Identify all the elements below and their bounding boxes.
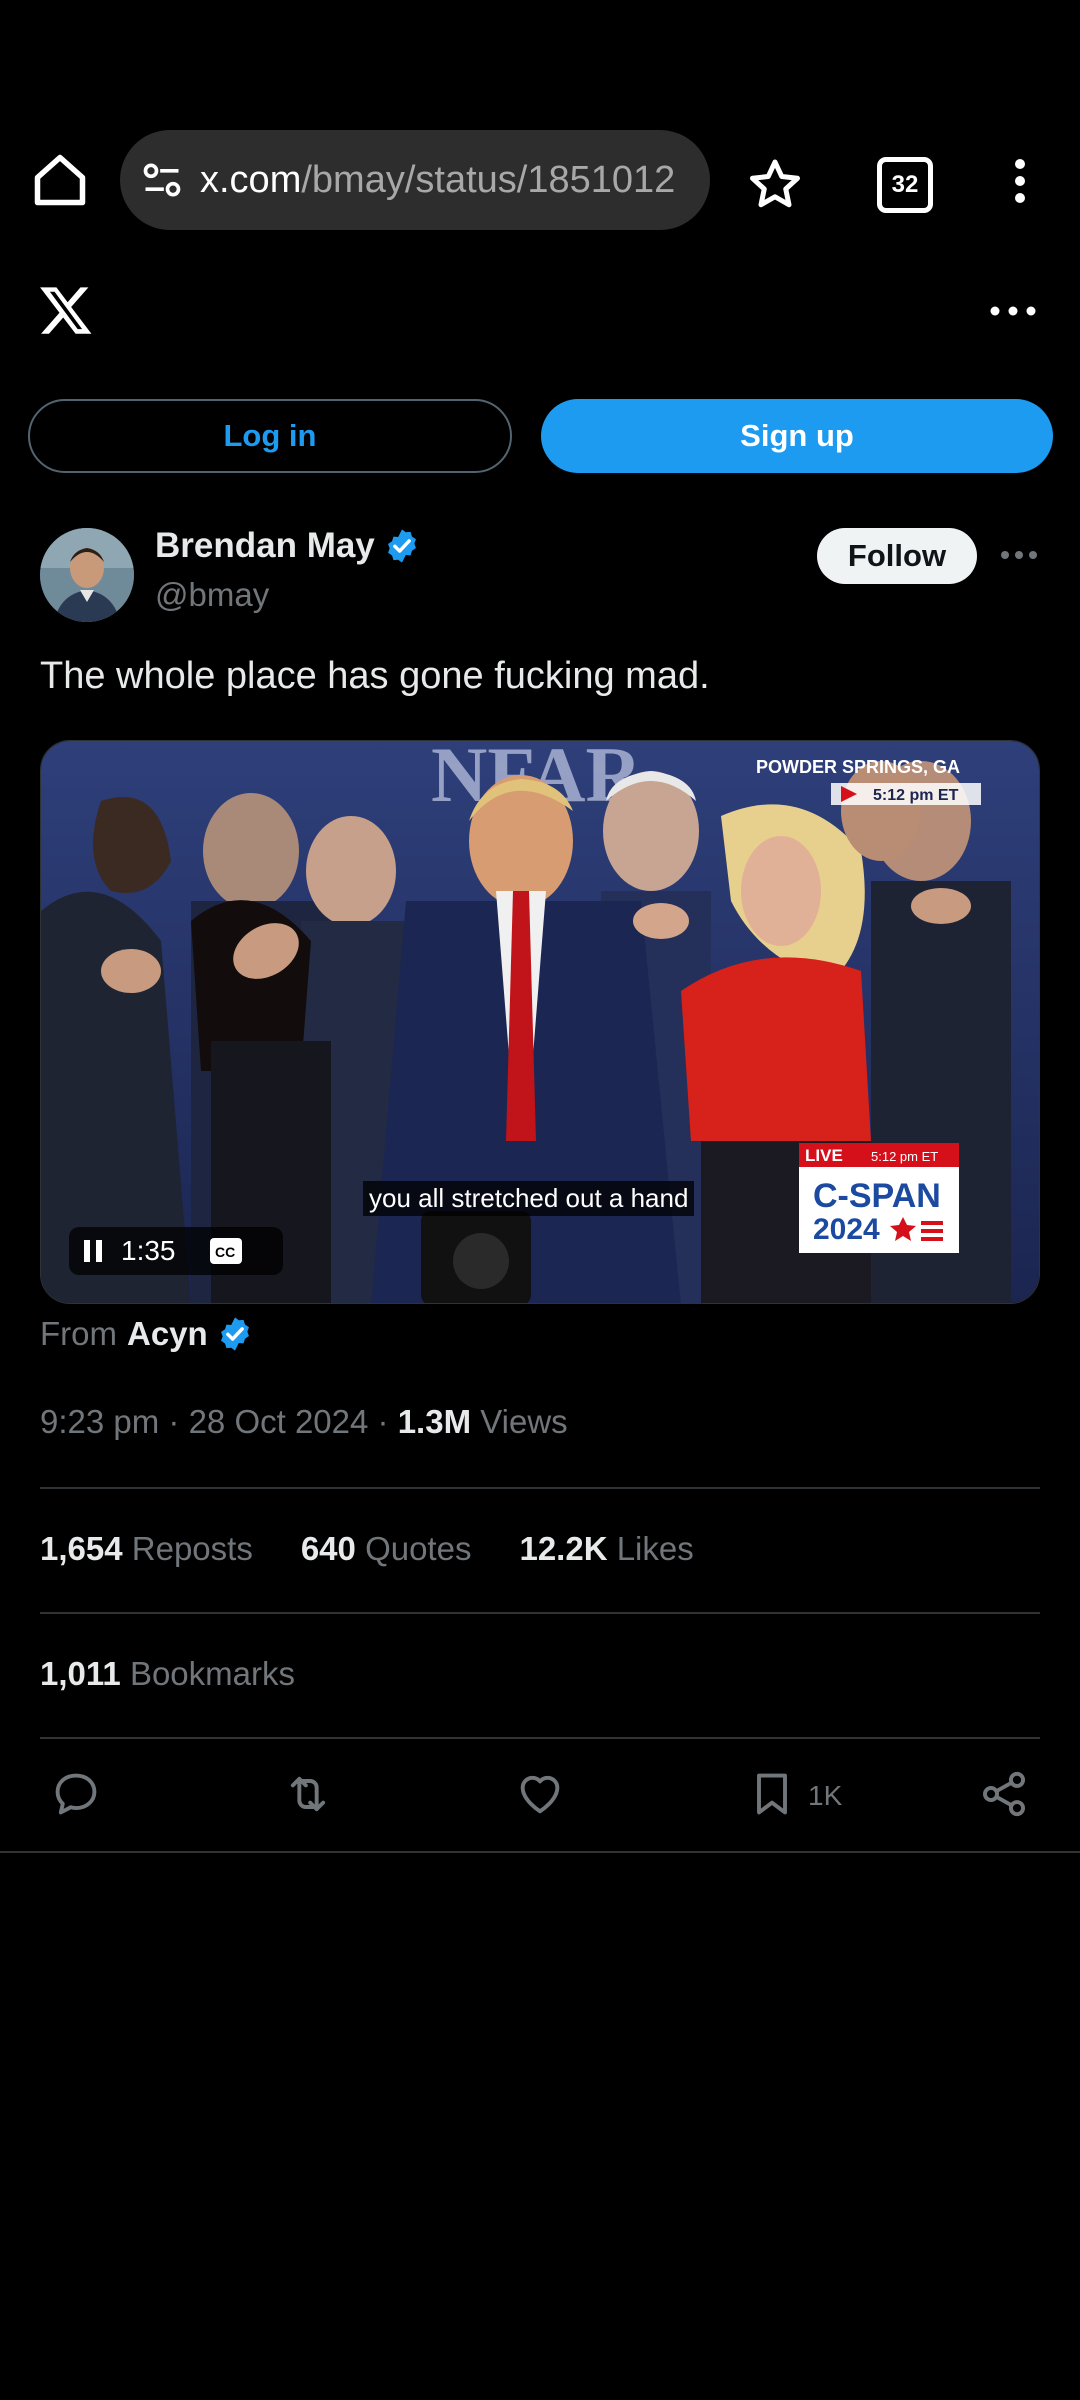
tweet-text: The whole place has gone fucking mad. [40, 655, 710, 697]
likes-count: 12.2K [519, 1530, 608, 1567]
views-label: Views [480, 1403, 568, 1440]
url-path: /bmay/status/1851012 [301, 158, 676, 201]
x-logo[interactable] [38, 282, 94, 338]
divider [40, 1612, 1040, 1614]
site-settings-icon[interactable] [140, 158, 184, 202]
signup-label: Sign up [740, 418, 854, 453]
bookmark-icon[interactable] [746, 1768, 798, 1820]
like-icon[interactable] [514, 1768, 566, 1820]
star-icon[interactable] [745, 155, 805, 215]
engagement-stats: 1,654 Reposts 640 Quotes 12.2K Likes [40, 1530, 742, 1568]
likes-label: Likes [616, 1530, 694, 1567]
cspan-logo: LIVE 5:12 pm ET C-SPAN 2024 [799, 1143, 959, 1253]
likes-stat[interactable]: 12.2K Likes [519, 1530, 693, 1568]
overlay-location: POWDER SPRINGS, GA [756, 757, 960, 777]
views-count: 1.3M [397, 1403, 472, 1440]
verified-badge-icon [220, 1317, 249, 1351]
verified-badge-icon [387, 529, 416, 563]
address-bar[interactable]: x.com/bmay/status/1851012 [120, 130, 710, 230]
video-controls[interactable]: 1:35 CC [69, 1227, 283, 1275]
author-handle[interactable]: @bmay [155, 576, 269, 614]
network-year: 2024 [813, 1213, 880, 1246]
tabs-icon[interactable]: 32 [877, 157, 933, 213]
repost-icon[interactable] [282, 1768, 334, 1820]
follow-button[interactable]: Follow [817, 528, 977, 584]
quotes-label: Quotes [365, 1530, 472, 1567]
login-label: Log in [223, 418, 317, 453]
bookmarks-stat[interactable]: 1,011 Bookmarks [40, 1655, 295, 1693]
login-button[interactable]: Log in [28, 399, 512, 473]
divider [0, 1851, 1080, 1853]
from-prefix: From [40, 1315, 117, 1352]
tweet-date[interactable]: 28 Oct 2024 [189, 1403, 369, 1440]
url-domain: x.com [200, 158, 302, 201]
quotes-stat[interactable]: 640 Quotes [301, 1530, 472, 1568]
video-source: From Acyn [40, 1315, 254, 1353]
reply-icon[interactable] [50, 1768, 102, 1820]
network-name: C-SPAN [813, 1177, 941, 1215]
reposts-count: 1,654 [40, 1530, 123, 1567]
bookmarks-label: Bookmarks [129, 1655, 295, 1692]
live-time: 5:12 pm ET [871, 1149, 938, 1164]
more-vert-icon[interactable] [1000, 158, 1040, 204]
bookmark-count: 1K [808, 1780, 843, 1811]
follow-label: Follow [847, 538, 947, 573]
more-horiz-icon[interactable] [990, 298, 1036, 324]
live-label: LIVE [805, 1146, 843, 1165]
avatar[interactable] [40, 528, 134, 622]
closed-captions-icon[interactable]: CC [209, 1238, 242, 1264]
tweet-time[interactable]: 9:23 pm [40, 1403, 159, 1440]
tweet-more-icon[interactable] [1000, 545, 1038, 565]
overlay-time: 5:12 pm ET [873, 787, 959, 804]
reposts-stat[interactable]: 1,654 Reposts [40, 1530, 253, 1568]
share-icon[interactable] [978, 1768, 1030, 1820]
video-player[interactable]: NFAR P [40, 740, 1040, 1304]
author-name-text: Brendan May [155, 526, 375, 565]
home-icon[interactable] [30, 150, 90, 210]
svg-text:CC: CC [215, 1244, 235, 1260]
signup-button[interactable]: Sign up [541, 399, 1053, 473]
video-caption: you all stretched out a hand [363, 1181, 695, 1216]
url-text: x.com/bmay/status/1851012 [200, 159, 700, 202]
tab-count: 32 [891, 171, 919, 198]
video-time: 1:35 [121, 1235, 176, 1266]
quotes-count: 640 [300, 1530, 356, 1567]
from-source[interactable]: Acyn [127, 1315, 208, 1353]
pause-icon[interactable] [83, 1239, 103, 1263]
author-name[interactable]: Brendan May [155, 526, 421, 566]
tweet-meta: 9:23 pm · 28 Oct 2024 · 1.3M Views [40, 1403, 568, 1440]
divider [40, 1487, 1040, 1489]
reposts-label: Reposts [131, 1530, 253, 1567]
bookmarks-count: 1,011 [40, 1655, 121, 1692]
divider [40, 1737, 1040, 1739]
